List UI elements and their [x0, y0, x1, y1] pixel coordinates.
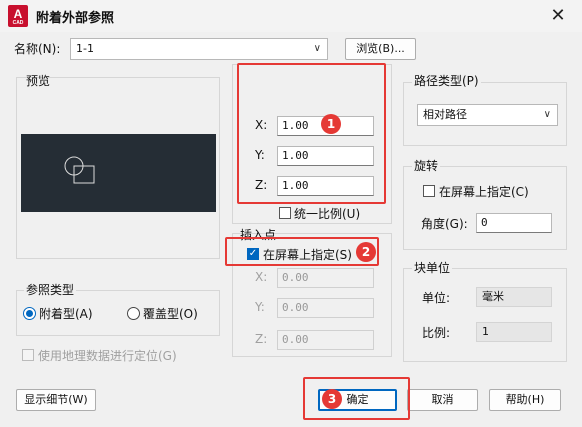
insertion-y-label: Y: [255, 300, 265, 314]
overlay-radio[interactable] [127, 307, 140, 320]
insertion-z-input: 0.00 [277, 330, 374, 350]
attach-label: 附着型(A) [39, 307, 93, 321]
insertion-x-label: X: [255, 270, 268, 284]
autocad-app-icon: A CAD [8, 5, 28, 27]
close-icon[interactable]: ✕ [546, 5, 570, 27]
insertion-x-input: 0.00 [277, 268, 374, 288]
angle-label: 角度(G): [421, 217, 468, 231]
block-scale-label: 比例: [422, 326, 451, 340]
rotation-on-screen-checkbox[interactable] [423, 185, 435, 197]
preview-drawing [64, 156, 95, 184]
preview-label: 预览 [26, 74, 51, 88]
name-dropdown[interactable]: 1-1 ∨ [70, 38, 328, 60]
rotation-group [403, 166, 567, 250]
app-icon-letter: A [13, 7, 23, 21]
annotation-badge-2: 2 [356, 242, 376, 262]
geo-data-checkbox [22, 349, 34, 361]
rotation-label: 旋转 [412, 157, 441, 174]
unit-value: 毫米 [476, 287, 552, 307]
insertion-y-input: 0.00 [277, 298, 374, 318]
attach-radio[interactable] [23, 307, 36, 320]
path-type-dropdown[interactable]: 相对路径 ∨ [417, 104, 558, 126]
block-unit-label: 块单位 [412, 259, 453, 276]
annotation-badge-3: 3 [322, 389, 342, 409]
rotation-on-screen-label: 在屏幕上指定(C) [439, 185, 529, 199]
chevron-down-icon: ∨ [313, 43, 321, 54]
annotation-box-ok [303, 377, 410, 420]
show-details-button[interactable]: 显示细节(W) [16, 389, 96, 411]
block-unit-group [403, 268, 567, 362]
browse-button[interactable]: 浏览(B)... [345, 38, 416, 60]
app-icon-sub: CAD [12, 20, 24, 26]
annotation-box-scale [237, 63, 386, 204]
overlay-label: 覆盖型(O) [143, 307, 198, 321]
angle-input[interactable]: 0 [476, 213, 552, 233]
preview-canvas [21, 134, 216, 212]
path-type-label: 路径类型(P) [412, 72, 481, 89]
name-value: 1-1 [76, 42, 94, 55]
uniform-scale-checkbox[interactable] [279, 207, 291, 219]
name-label: 名称(N): [14, 42, 61, 56]
reference-type-label: 参照类型 [24, 281, 77, 298]
help-button[interactable]: 帮助(H) [489, 389, 561, 411]
chevron-down-icon: ∨ [543, 109, 551, 120]
window-title: 附着外部参照 [36, 11, 115, 26]
uniform-scale-label: 统一比例(U) [294, 207, 361, 221]
path-type-value: 相对路径 [423, 108, 467, 121]
annotation-badge-1: 1 [321, 114, 341, 134]
insertion-z-label: Z: [255, 332, 268, 346]
unit-label: 单位: [422, 291, 451, 305]
geo-data-label: 使用地理数据进行定位(G) [38, 349, 177, 363]
block-scale-value: 1 [476, 322, 552, 342]
cancel-button[interactable]: 取消 [407, 389, 478, 411]
